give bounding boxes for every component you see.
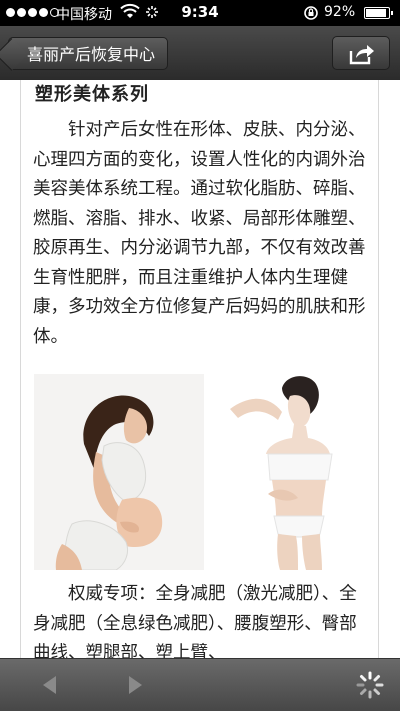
pregnant-woman-image [34,374,204,570]
back-button-label: 喜丽产后恢复中心 [27,45,156,64]
rotation-lock-icon [304,6,318,20]
article-heading: 塑形美体系列 [35,84,149,105]
article-paragraph: 针对产后女性在形体、皮肤、内分泌、心理四方面的变化，设置人性化的内调外治美容美体… [33,120,366,347]
web-content[interactable]: 塑形美体系列 针对产后女性在形体、皮肤、内分泌、心理四方面的变化，设置人性化的内… [0,80,400,658]
spinner-icon [356,671,384,699]
share-button[interactable] [332,36,390,70]
share-icon [349,45,374,65]
slim-woman-image [210,374,368,570]
back-button[interactable]: 喜丽产后恢复中心 [8,37,169,70]
article-paragraph-2: 权威专项：全身减肥（激光减肥）、全身减肥（全息绿色减肥）、腰腹塑形、臀部曲线、塑… [33,584,357,658]
triangle-left-icon[interactable] [40,674,60,696]
navigation-bar: 喜丽产后恢复中心 [0,26,400,81]
triangle-right-icon[interactable] [125,674,145,696]
status-bar: 中国移动 9:34 92% [0,0,400,26]
battery-icon [364,7,393,19]
battery-percent: 92% [324,4,356,20]
browser-toolbar [0,658,400,711]
